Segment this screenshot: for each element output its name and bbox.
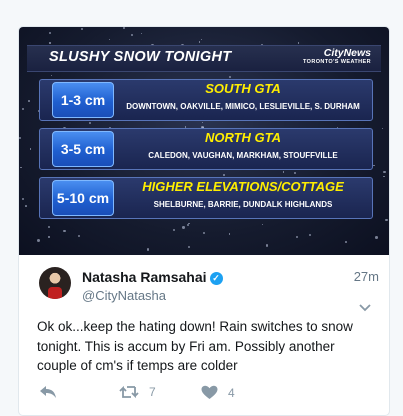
weather-graphic[interactable]: SLUSHY SNOW TONIGHT CityNews TORONTO'S W… — [19, 27, 389, 255]
snowflake — [201, 121, 204, 124]
forecast-row-south: 1-3 cm SOUTH GTA DOWNTOWN, OAKVILLE, MIM… — [39, 79, 373, 121]
snowflake — [27, 100, 30, 102]
snowflake — [123, 27, 126, 29]
snowflake — [130, 33, 134, 36]
region-areas: DOWNTOWN, OAKVILLE, MIMICO, LESLIEVILLE,… — [126, 102, 360, 111]
snowflake — [29, 148, 32, 150]
snowflake — [261, 223, 264, 225]
snowflake — [20, 167, 22, 169]
snowflake — [297, 42, 300, 44]
snowflake — [345, 241, 348, 243]
author-display-name[interactable]: Natasha Ramsahai ✓ — [82, 269, 223, 285]
snowflake — [19, 137, 21, 139]
snowflake — [372, 164, 375, 167]
snow-amount-badge: 1-3 cm — [52, 82, 114, 118]
like-count: 4 — [228, 385, 235, 400]
region-name: HIGHER ELEVATIONS/COTTAGE — [142, 179, 344, 194]
retweet-button[interactable]: 7 — [119, 385, 156, 399]
snowflake — [198, 41, 201, 44]
snowflake — [48, 236, 50, 238]
display-name-text: Natasha Ramsahai — [82, 269, 207, 285]
snowflake — [172, 229, 175, 232]
snowflake — [188, 222, 190, 224]
snowflake — [294, 171, 297, 174]
logo-sub-text: TORONTO'S WEATHER — [303, 59, 371, 65]
tweet-text: Ok ok...keep the hating down! Rain switc… — [37, 319, 353, 373]
snowflake — [21, 108, 24, 111]
retweet-icon — [119, 385, 139, 399]
snowflake — [202, 231, 205, 235]
snowflake — [265, 244, 269, 247]
region-name: SOUTH GTA — [205, 81, 281, 96]
tweet-card[interactable]: SLUSHY SNOW TONIGHT CityNews TORONTO'S W… — [18, 26, 390, 416]
snowflake — [80, 27, 84, 31]
snow-amount-badge: 3-5 cm — [52, 131, 114, 167]
snowflake — [37, 239, 41, 243]
snowflake — [228, 233, 230, 235]
snowflake — [282, 171, 285, 173]
snow-amount-badge: 5-10 cm — [52, 180, 114, 216]
forecast-row-north: 3-5 cm NORTH GTA CALEDON, VAUGHAN, MARKH… — [39, 128, 373, 170]
graphic-title: SLUSHY SNOW TONIGHT — [49, 49, 232, 65]
snowflake — [182, 226, 185, 229]
retweet-count: 7 — [149, 385, 156, 399]
author-handle[interactable]: @CityNatasha — [82, 288, 166, 303]
snowflake — [22, 197, 24, 200]
heart-icon — [201, 385, 218, 400]
forecast-row-higher-elevations: 5-10 cm HIGHER ELEVATIONS/COTTAGE SHELBU… — [39, 177, 373, 219]
snowflake — [383, 175, 385, 178]
chevron-down-icon[interactable] — [359, 303, 371, 315]
snowflake — [63, 230, 66, 233]
snowflake — [385, 218, 388, 222]
snowflake — [77, 234, 80, 238]
citynews-logo: CityNews TORONTO'S WEATHER — [303, 47, 371, 66]
snowflake — [200, 38, 203, 41]
snowflake — [146, 247, 150, 251]
snowflake — [228, 75, 231, 78]
reply-button[interactable] — [39, 385, 57, 399]
snowflake — [25, 204, 27, 207]
like-button[interactable]: 4 — [201, 385, 235, 400]
snowflake — [223, 174, 225, 177]
snowflake — [47, 225, 51, 228]
snowflake — [308, 233, 311, 236]
graphic-title-bar: SLUSHY SNOW TONIGHT CityNews TORONTO'S W… — [27, 45, 381, 72]
snowflake — [50, 74, 52, 76]
tweet-actions: 7 4 — [39, 385, 339, 405]
tweet-header: Natasha Ramsahai ✓ @CityNatasha 27m — [39, 267, 379, 307]
snowflake — [49, 31, 52, 34]
logo-main-text: CityNews — [323, 47, 371, 59]
region-areas: SHELBURNE, BARRIE, DUNDALK HIGHLANDS — [153, 200, 333, 209]
region-areas: CALEDON, VAUGHAN, MARKHAM, STOUFFVILLE — [148, 151, 338, 160]
snowflake — [186, 224, 190, 227]
snowflake — [88, 121, 91, 124]
snowflake — [140, 33, 142, 35]
tweet-timestamp[interactable]: 27m — [354, 269, 379, 284]
snowflake — [375, 236, 379, 240]
snowflake — [187, 245, 191, 249]
verified-badge-icon: ✓ — [209, 272, 223, 285]
snowflake — [49, 42, 51, 44]
reply-icon — [39, 385, 57, 399]
snowflake — [108, 38, 111, 41]
snowflake — [381, 127, 384, 130]
snowflake — [383, 170, 386, 174]
region-name: NORTH GTA — [204, 130, 282, 145]
avatar[interactable] — [39, 267, 71, 299]
snowflake — [296, 235, 299, 238]
